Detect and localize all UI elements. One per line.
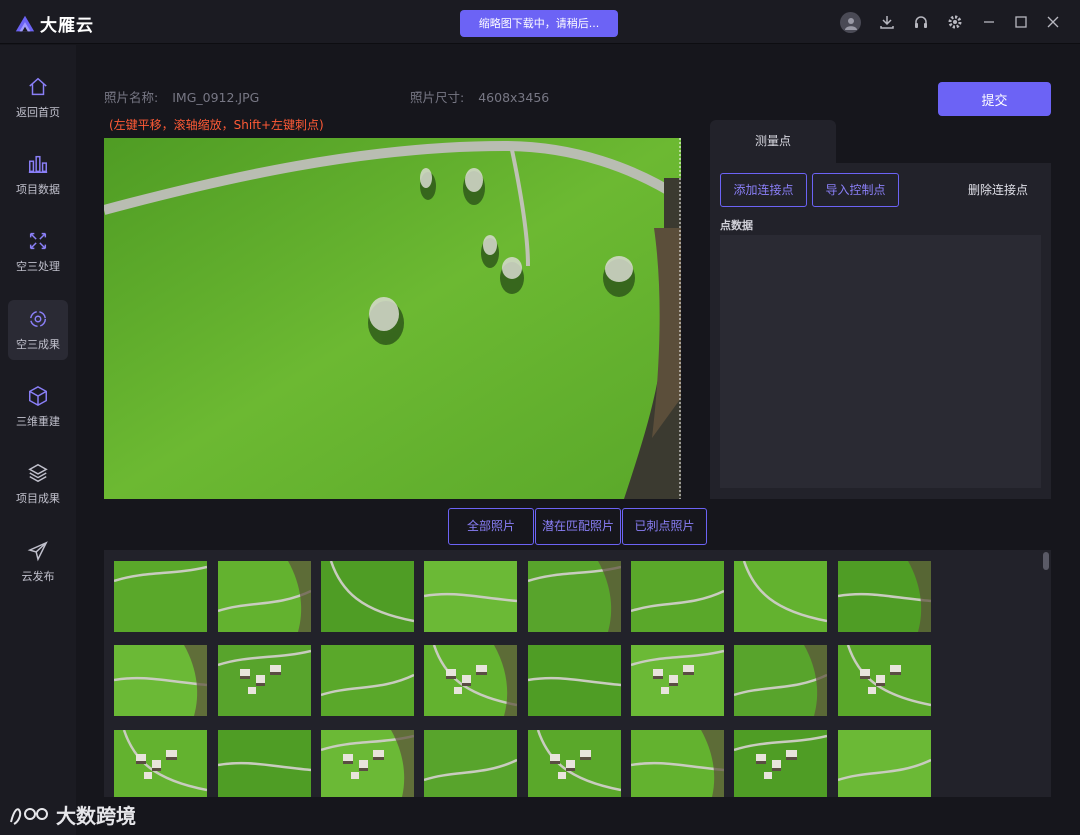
watermark-text: 大数跨境 [56, 804, 136, 828]
sidebar: 返回首页 项目数据 空三处理 空三成果 三维重建 项目成果 云发布 [0, 45, 76, 835]
watermark: 大数跨境 [8, 800, 136, 829]
photo-thumbnail[interactable] [114, 561, 207, 632]
photo-thumbnail[interactable] [528, 645, 621, 716]
submit-button[interactable]: 提交 [938, 82, 1051, 116]
sidebar-item-label: 三维重建 [16, 415, 60, 428]
layers-icon [28, 463, 48, 483]
logo-icon [15, 15, 35, 31]
sidebar-item-aerotriangulation-result[interactable]: 空三成果 [8, 300, 68, 360]
close-icon[interactable] [1043, 12, 1063, 32]
photo-thumbnail[interactable] [424, 561, 517, 632]
photo-viewer[interactable] [104, 138, 681, 499]
sidebar-item-3d-reconstruction[interactable]: 三维重建 [8, 377, 68, 437]
photo-size-label: 照片尺寸: [410, 90, 465, 105]
app-logo: 大雁云 [14, 11, 94, 36]
photo-name-value: IMG_0912.JPG [172, 90, 260, 105]
filter-pricked-photos[interactable]: 已刺点照片 [622, 508, 707, 545]
photo-thumbnail[interactable] [218, 645, 311, 716]
filter-potential-matches[interactable]: 潜在匹配照片 [535, 508, 621, 545]
maximize-icon[interactable] [1011, 12, 1031, 32]
sidebar-item-label: 空三处理 [16, 260, 60, 273]
user-icon [844, 17, 857, 30]
minimize-icon[interactable] [979, 12, 999, 32]
sidebar-item-home[interactable]: 返回首页 [8, 68, 68, 128]
send-icon [27, 541, 48, 562]
cross-arrows-icon [29, 232, 47, 250]
photo-thumbnail[interactable] [838, 645, 931, 716]
photo-size-value: 4608x3456 [478, 90, 550, 105]
photo-gallery [104, 550, 1051, 797]
sidebar-item-aerotriangulation[interactable]: 空三处理 [8, 222, 68, 282]
sidebar-item-project-results[interactable]: 项目成果 [8, 454, 68, 514]
watermark-logo-icon [10, 807, 48, 825]
import-control-point-button[interactable]: 导入控制点 [812, 173, 899, 207]
photo-thumbnail[interactable] [734, 645, 827, 716]
photo-thumbnail[interactable] [734, 561, 827, 632]
photo-thumbnail[interactable] [734, 730, 827, 797]
bar-chart-icon [28, 155, 48, 173]
photo-thumbnail[interactable] [114, 645, 207, 716]
scrollbar-thumb[interactable] [1043, 552, 1049, 570]
photo-thumbnail[interactable] [631, 645, 724, 716]
aerial-photo [104, 138, 681, 499]
photo-thumbnail[interactable] [838, 561, 931, 632]
photo-thumbnail[interactable] [424, 645, 517, 716]
title-bar: 大雁云 缩略图下载中，请稍后... [0, 0, 1080, 44]
point-data-area[interactable] [720, 235, 1041, 488]
photo-thumbnail[interactable] [631, 730, 724, 797]
photo-thumbnail[interactable] [424, 730, 517, 797]
photo-thumbnail[interactable] [321, 645, 414, 716]
download-toast: 缩略图下载中，请稍后... [460, 10, 618, 37]
sidebar-item-project-data[interactable]: 项目数据 [8, 145, 68, 205]
photo-thumbnail[interactable] [218, 730, 311, 797]
delete-tie-point-button[interactable]: 删除连接点 [955, 173, 1041, 207]
gallery-scrollbar[interactable] [1041, 550, 1051, 797]
download-icon[interactable] [877, 12, 897, 32]
sidebar-item-label: 项目成果 [16, 492, 60, 505]
photo-thumbnail[interactable] [631, 561, 724, 632]
gear-icon[interactable] [945, 12, 965, 32]
photo-thumbnail[interactable] [528, 730, 621, 797]
photo-size-row: 照片尺寸: 4608x3456 [410, 87, 549, 106]
cube-icon [29, 385, 47, 407]
target-icon [29, 310, 47, 328]
sidebar-item-label: 云发布 [21, 570, 55, 583]
photo-thumbnail[interactable] [218, 561, 311, 632]
photo-thumbnail[interactable] [838, 730, 931, 797]
tab-measurement-points[interactable]: 测量点 [710, 120, 836, 163]
sidebar-item-label: 项目数据 [16, 183, 60, 196]
home-icon [29, 77, 47, 96]
sidebar-item-label: 空三成果 [16, 338, 60, 351]
photo-thumbnail[interactable] [321, 561, 414, 632]
user-avatar[interactable] [840, 12, 861, 33]
point-data-label: 点数据 [720, 219, 753, 232]
sidebar-item-label: 返回首页 [16, 106, 60, 119]
sidebar-item-cloud-publish[interactable]: 云发布 [8, 532, 68, 592]
photo-thumbnail[interactable] [321, 730, 414, 797]
add-tie-point-button[interactable]: 添加连接点 [720, 173, 807, 207]
photo-thumbnail[interactable] [114, 730, 207, 797]
photo-name-label: 照片名称: [104, 90, 159, 105]
headset-icon[interactable] [911, 12, 931, 32]
app-name: 大雁云 [40, 16, 94, 36]
photo-thumbnail[interactable] [528, 561, 621, 632]
interaction-hint: (左键平移，滚轴缩放，Shift+左键刺点) [109, 118, 324, 132]
filter-all-photos[interactable]: 全部照片 [448, 508, 534, 545]
photo-name-row: 照片名称: IMG_0912.JPG [104, 87, 259, 106]
app-window: 大雁云 缩略图下载中，请稍后... 返回首页 项目数据 空三处理 空三成果 三维… [0, 0, 1080, 835]
